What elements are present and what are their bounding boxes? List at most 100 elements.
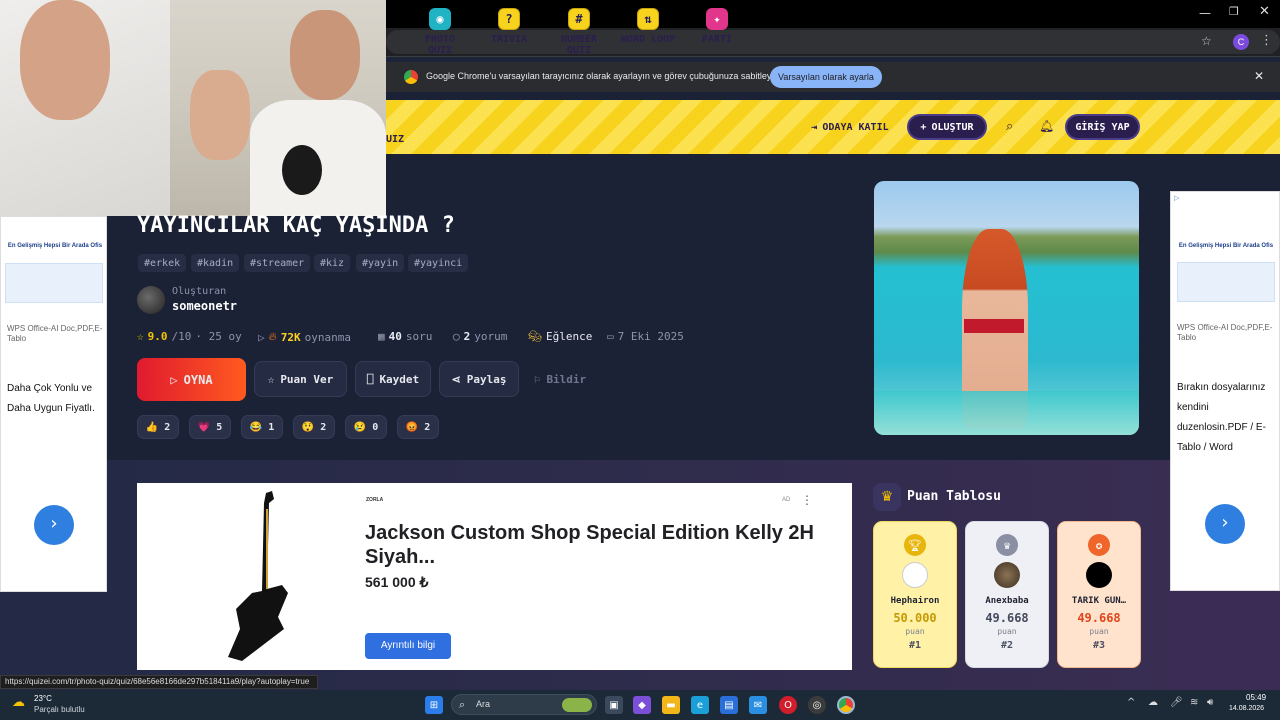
minimize-icon[interactable]: —: [1199, 6, 1211, 20]
reaction-love[interactable]: 💗 5: [189, 415, 231, 439]
reaction-sad[interactable]: 😢 0: [345, 415, 387, 439]
adchoices-icon[interactable]: ▷: [1174, 194, 1179, 202]
spacer: [386, 92, 1280, 100]
chrome-taskbar-icon[interactable]: [837, 696, 855, 714]
face-right: [290, 10, 360, 100]
date-stat: ▭ 7 Eki 2025: [607, 330, 684, 343]
nav-item-word-loop[interactable]: ⇅ WORD LOOP: [620, 8, 676, 45]
reaction-angry[interactable]: 😡 2: [397, 415, 439, 439]
set-default-button[interactable]: Varsayılan olarak ayarla: [770, 66, 882, 88]
widgets-icon[interactable]: ◆: [633, 696, 651, 714]
opera-icon[interactable]: O: [779, 696, 797, 714]
rate-button[interactable]: ☆ Puan Ver: [254, 361, 347, 397]
reaction-like[interactable]: 👍 2: [137, 415, 179, 439]
default-browser-infobar: Google Chrome'u varsayılan tarayıcınız o…: [386, 62, 1280, 92]
play-label: OYNA: [183, 372, 213, 387]
join-label: ODAYA KATIL: [822, 121, 889, 133]
player-rank: #1: [908, 640, 922, 651]
tag[interactable]: #kiz: [314, 254, 351, 272]
comment-icon: ◯: [453, 330, 460, 343]
reaction-wow[interactable]: 😲 2: [293, 415, 335, 439]
leaderboard-card-1[interactable]: 🏆︎ Hephairon 50.000 puan #1: [873, 521, 957, 668]
nav-item-trivia[interactable]: ? TRIVIA: [489, 8, 529, 45]
tray-chevron-icon[interactable]: ^: [1127, 697, 1135, 708]
reaction-laugh[interactable]: 😂 1: [241, 415, 283, 439]
grid-icon: ▦: [378, 330, 385, 343]
party-icon: ✦: [706, 8, 728, 30]
right-side-ad[interactable]: ▷ En Gelişmiş Hepsi Bir Arada Ofis WPS O…: [1170, 191, 1280, 591]
ad-banner-image: [5, 263, 103, 303]
player-rank: #2: [1000, 640, 1014, 651]
windows-start-icon[interactable]: ⊞: [425, 696, 443, 714]
leaderboard-card-3[interactable]: ✪ TARIK GÜN… 49.668 puan #3: [1057, 521, 1141, 668]
save-label: Kaydet: [379, 372, 420, 386]
comments-stat: ◯ 2 yorum: [453, 330, 507, 343]
thumbs-up-icon: 👍: [145, 421, 159, 433]
mail-icon[interactable]: ✉: [749, 696, 767, 714]
restore-icon[interactable]: ❐: [1229, 5, 1239, 18]
plays-label: oynanma: [304, 330, 351, 344]
tag[interactable]: #yayin: [356, 254, 405, 272]
ad-caption: WPS Office-AI Doc,PDF,E-Tablo: [1177, 323, 1273, 342]
join-room-button[interactable]: ⇥ ODAYA KATIL: [800, 114, 900, 140]
tag[interactable]: #yayinci: [408, 254, 469, 272]
login-button[interactable]: GİRİŞ YAP: [1065, 114, 1140, 140]
taskbar-search[interactable]: ⌕ Ara: [451, 694, 597, 715]
task-view-icon[interactable]: ▣: [605, 696, 623, 714]
infobar-close-icon[interactable]: ✕: [1254, 69, 1264, 83]
product-ad[interactable]: ZORLA AD ⋮ Jackson Custom Shop Special E…: [137, 483, 852, 670]
ad-next-icon[interactable]: ›: [1205, 504, 1245, 544]
ad-cta-button[interactable]: Ayrıntılı bilgi: [365, 633, 451, 659]
questions-value: 40: [388, 330, 402, 343]
wifi-tray-icon[interactable]: ≋: [1190, 697, 1198, 708]
obs-icon[interactable]: ◎: [808, 696, 826, 714]
nav-item-quiz[interactable]: UIZ: [386, 134, 404, 145]
leaderboard-card-2[interactable]: ♛ Anexbaba 49.668 puan #2: [965, 521, 1049, 668]
bookmark-star-icon[interactable]: ☆: [1201, 34, 1212, 48]
cover-figure-detail: [964, 319, 1024, 333]
play-button[interactable]: ▷ OYNA: [137, 358, 246, 401]
sort-icon: ⇅: [637, 8, 659, 30]
tag[interactable]: #kadin: [191, 254, 240, 272]
clock-time[interactable]: 05:49: [1246, 693, 1266, 702]
chrome-menu-icon[interactable]: ⋮: [1260, 33, 1273, 48]
mic-tray-icon[interactable]: 🎤︎: [1170, 697, 1183, 708]
tag[interactable]: #streamer: [244, 254, 311, 272]
ad-next-icon[interactable]: ›: [34, 505, 74, 545]
network-tray-icon[interactable]: ☁: [1148, 697, 1158, 708]
play-icon: ▷: [258, 330, 265, 344]
bell-icon[interactable]: 🔔︎: [1039, 119, 1054, 133]
score-unit: puan: [905, 627, 925, 636]
edge-icon[interactable]: e: [691, 696, 709, 714]
profile-avatar[interactable]: C: [1233, 34, 1249, 50]
player-name: Hephairon: [890, 596, 940, 606]
nav-item-parti[interactable]: ✦ PARTİ: [697, 8, 737, 45]
volume-tray-icon[interactable]: 🔊︎: [1207, 697, 1213, 708]
create-button[interactable]: + OLUŞTUR: [907, 114, 987, 140]
creator-avatar[interactable]: [137, 286, 165, 314]
store-icon[interactable]: ▤: [720, 696, 738, 714]
ad-menu-icon[interactable]: ⋮: [801, 493, 813, 507]
save-button[interactable]: ⎕ Kaydet: [355, 361, 431, 397]
player-score: 49.668: [985, 611, 1029, 625]
report-button[interactable]: ⚐ Bildir: [527, 361, 593, 397]
avatar: [1086, 562, 1112, 588]
creator-name[interactable]: someonetr: [172, 299, 237, 313]
left-side-ad[interactable]: En Gelişmiş Hepsi Bir Arada Ofis WPS Off…: [0, 216, 107, 592]
file-explorer-icon[interactable]: ▬: [662, 696, 680, 714]
clock-date[interactable]: 14.08.2026: [1229, 705, 1264, 712]
nav-item-number-quiz[interactable]: # NUMBER QUIZ: [546, 8, 612, 56]
flag-icon: ⚐: [533, 372, 541, 386]
ad-title[interactable]: Jackson Custom Shop Special Edition Kell…: [365, 521, 825, 569]
share-button[interactable]: ⋖ Paylaş: [439, 361, 519, 397]
player-rank: #3: [1092, 640, 1106, 651]
guitar-image: [228, 491, 288, 661]
close-window-icon[interactable]: ✕: [1259, 4, 1270, 19]
weather-icon[interactable]: ☁: [12, 695, 25, 710]
angry-icon: 😡: [405, 421, 419, 433]
nav-item-photo-quiz[interactable]: ◉ PHOTO QUIZ: [410, 8, 470, 56]
search-icon[interactable]: ⌕: [1006, 119, 1013, 134]
date-value: 7 Eki 2025: [617, 330, 684, 343]
tag[interactable]: #erkek: [138, 254, 187, 272]
category-stat[interactable]: 🎭︎ Eğlence: [528, 330, 592, 343]
